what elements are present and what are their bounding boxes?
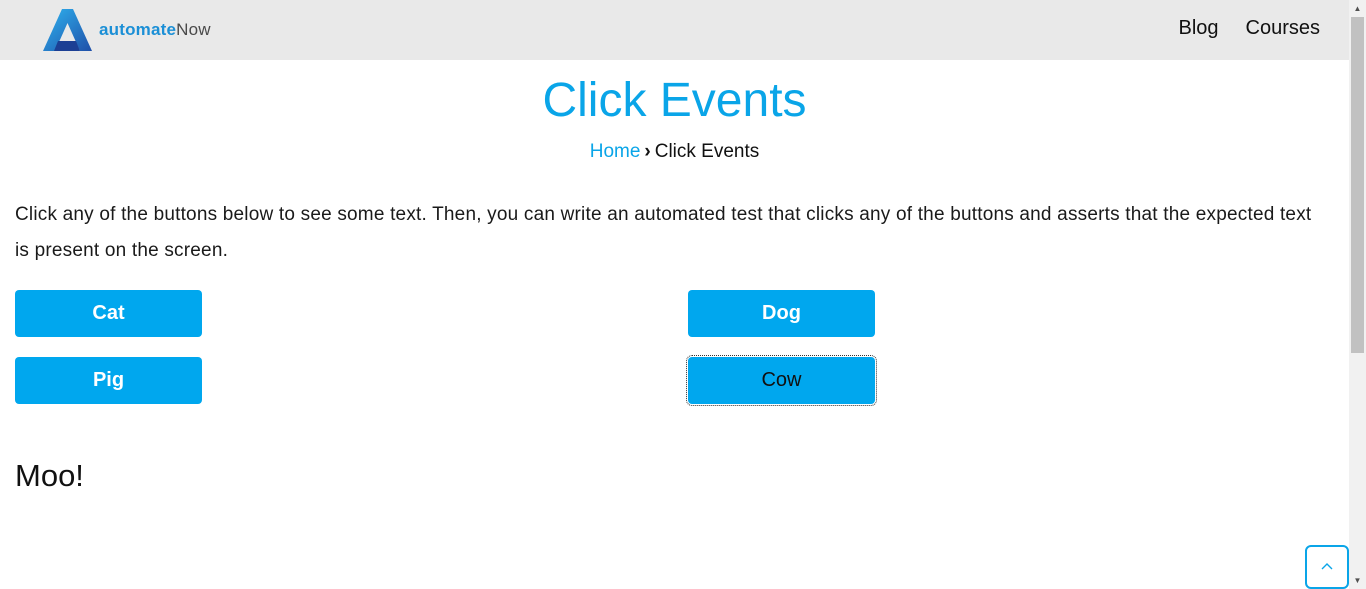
intro-text: Click any of the buttons below to see so… <box>15 204 1312 261</box>
scroll-down-arrow-icon[interactable]: ▼ <box>1349 572 1366 589</box>
nav-link-courses[interactable]: Courses <box>1246 14 1320 42</box>
scroll-to-top-button[interactable] <box>1305 545 1349 589</box>
cat-button[interactable]: Cat <box>15 290 202 337</box>
scrollbar[interactable]: ▲ ▼ <box>1349 0 1366 589</box>
logo-wordmark: automateNow <box>99 20 211 39</box>
dog-button[interactable]: Dog <box>688 290 875 337</box>
scrollbar-thumb[interactable] <box>1351 17 1364 353</box>
main-nav: Blog Courses <box>1178 14 1320 42</box>
page-title: Click Events <box>542 74 807 127</box>
logo-icon <box>43 9 92 51</box>
pig-button[interactable]: Pig <box>15 357 202 404</box>
breadcrumb-current: Click Events <box>654 141 760 162</box>
scroll-up-arrow-icon[interactable]: ▲ <box>1349 0 1366 17</box>
breadcrumb-separator: › <box>644 141 651 162</box>
page: automateNow Blog Courses Click Events Ho… <box>0 0 1366 589</box>
breadcrumb-home-link[interactable]: Home <box>590 141 641 162</box>
chevron-up-icon <box>1321 557 1333 574</box>
result-text: Moo! <box>15 458 84 493</box>
breadcrumb: Home › Click Events <box>0 139 1349 165</box>
nav-link-blog[interactable]: Blog <box>1178 14 1218 42</box>
site-logo[interactable]: automateNow <box>42 9 211 51</box>
cow-button[interactable]: Cow <box>686 355 877 406</box>
site-header: automateNow Blog Courses <box>0 0 1349 60</box>
